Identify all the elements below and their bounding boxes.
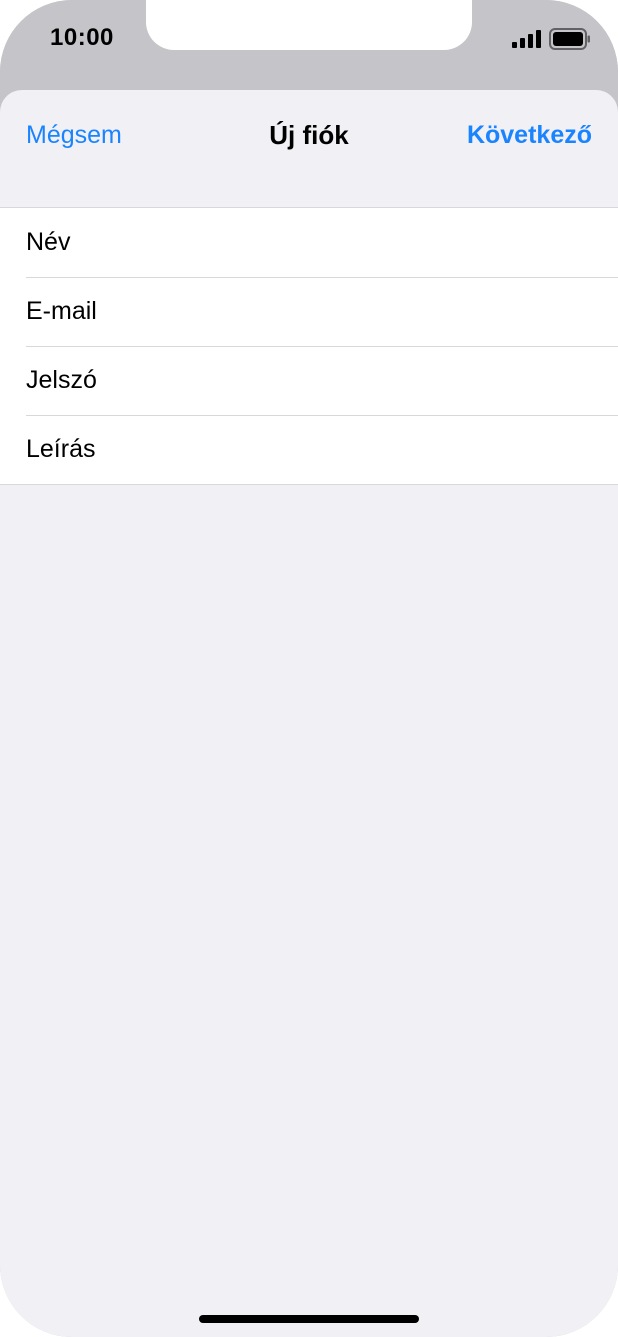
description-field-label: Leírás: [26, 435, 96, 463]
name-field[interactable]: Név: [0, 208, 618, 277]
email-field[interactable]: E-mail: [0, 277, 618, 346]
phone-screen: 10:00 Mégsem Új fiók Következő Név E-mai…: [0, 0, 618, 1337]
name-field-label: Név: [26, 228, 71, 256]
description-field[interactable]: Leírás: [0, 415, 618, 484]
status-bar: 10:00: [0, 0, 618, 90]
cellular-signal-icon: [512, 30, 541, 48]
battery-icon: [549, 28, 590, 50]
navigation-bar: Mégsem Új fiók Következő: [0, 90, 618, 180]
next-button[interactable]: Következő: [467, 121, 592, 150]
password-field-label: Jelszó: [26, 366, 97, 394]
email-field-label: E-mail: [26, 297, 97, 325]
home-indicator[interactable]: [199, 1315, 419, 1323]
new-account-sheet: Mégsem Új fiók Következő Név E-mail Jels…: [0, 90, 618, 1337]
password-field[interactable]: Jelszó: [0, 346, 618, 415]
account-form: Név E-mail Jelszó Leírás: [0, 207, 618, 485]
cancel-button[interactable]: Mégsem: [26, 121, 122, 150]
notch: [146, 0, 472, 50]
status-time: 10:00: [50, 24, 114, 51]
